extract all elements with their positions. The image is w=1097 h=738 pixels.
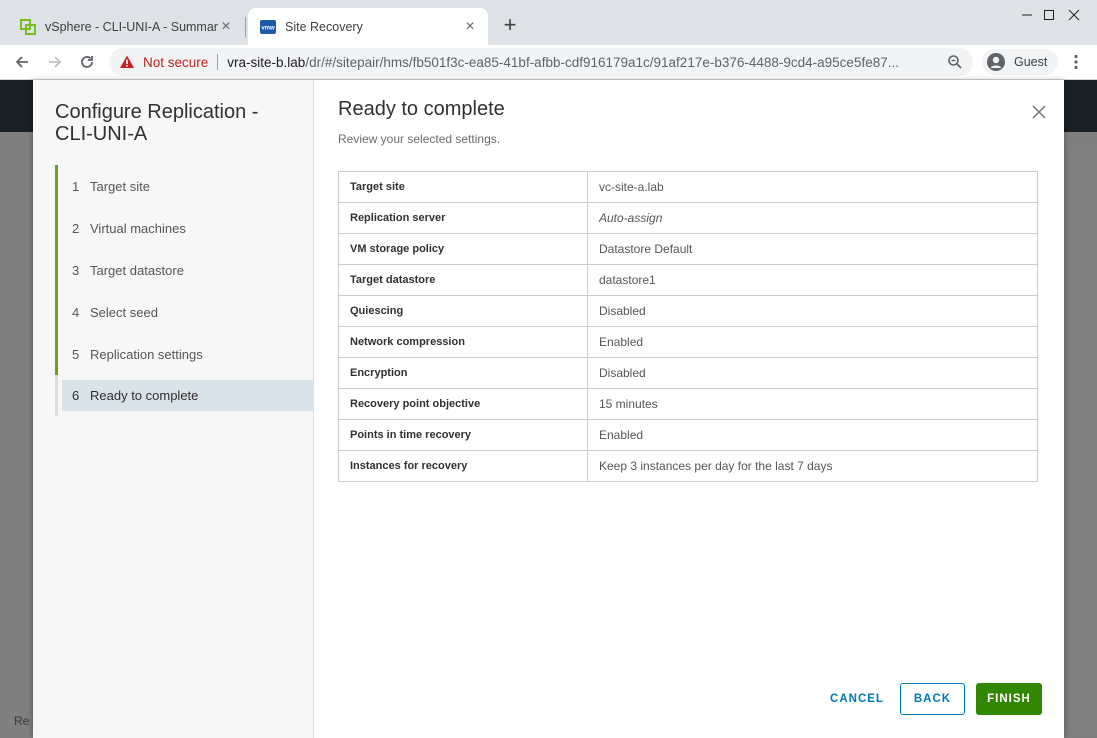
- vmw-icon-text: vmw: [261, 25, 275, 31]
- forward-arrow-icon[interactable]: [41, 48, 69, 76]
- step-number: 3: [72, 262, 80, 278]
- page-subtitle: Review your selected settings.: [338, 132, 501, 146]
- security-status[interactable]: Not secure: [143, 55, 208, 70]
- table-row: Target site vc-site-a.lab: [338, 171, 1038, 203]
- step-complete-bar: [55, 249, 58, 291]
- background-footer-text: Re: [14, 714, 30, 728]
- table-row: Network compression Enabled: [338, 326, 1038, 358]
- step-complete-bar: [55, 291, 58, 333]
- setting-value: Enabled: [587, 326, 1038, 358]
- step-complete-bar: [55, 207, 58, 249]
- table-row: Encryption Disabled: [338, 357, 1038, 389]
- setting-key: Recovery point objective: [338, 388, 588, 420]
- setting-key: Target datastore: [338, 264, 588, 296]
- step-label: Replication settings: [90, 346, 203, 362]
- zoom-icon[interactable]: [943, 50, 967, 74]
- vsphere-icon: [20, 18, 36, 35]
- back-arrow-icon[interactable]: [8, 48, 36, 76]
- table-row: Replication server Auto-assign: [338, 202, 1038, 234]
- reload-icon[interactable]: [73, 48, 101, 76]
- tab-close-icon[interactable]: ×: [218, 18, 234, 35]
- setting-value: Keep 3 instances per day for the last 7 …: [587, 450, 1038, 482]
- profile-label: Guest: [1014, 55, 1048, 69]
- step-number: 1: [72, 178, 80, 194]
- setting-key: VM storage policy: [338, 233, 588, 265]
- browser-tab-vsphere[interactable]: vSphere - CLI-UNI-A - Summary ×: [8, 8, 244, 45]
- profile-button[interactable]: Guest: [982, 49, 1058, 75]
- page-title: Ready to complete: [338, 98, 505, 120]
- table-row: Target datastore datastore1: [338, 264, 1038, 296]
- setting-value: Disabled: [587, 357, 1038, 389]
- step-label: Ready to complete: [90, 388, 199, 403]
- table-row: VM storage policy Datastore Default: [338, 233, 1038, 265]
- setting-key: Instances for recovery: [338, 450, 588, 482]
- wizard-step-target-site[interactable]: 1 Target site: [55, 165, 313, 207]
- wizard-step-target-datastore[interactable]: 3 Target datastore: [55, 249, 313, 291]
- setting-value: Auto-assign: [587, 202, 1038, 234]
- url-host: vra-site-b.lab: [227, 54, 306, 70]
- setting-value: datastore1: [587, 264, 1038, 296]
- table-row: Quiescing Disabled: [338, 295, 1038, 327]
- warning-icon[interactable]: [119, 54, 135, 70]
- tab-close-icon[interactable]: ×: [462, 18, 478, 35]
- browser-toolbar: Not secure vra-site-b.lab/dr/#/sitepair/…: [0, 45, 1097, 80]
- cancel-button[interactable]: CANCEL: [822, 683, 892, 715]
- step-label: Target datastore: [90, 262, 184, 278]
- setting-key: Points in time recovery: [338, 419, 588, 451]
- wizard-title: Configure Replication - CLI-UNI-A: [55, 101, 259, 145]
- wizard-steps: 1 Target site 2 Virtual machines 3 Target d…: [55, 165, 313, 416]
- wizard-step-replication-settings[interactable]: 5 Replication settings: [55, 333, 313, 375]
- setting-key: Replication server: [338, 202, 588, 234]
- background-app-panel: [1064, 146, 1097, 736]
- wizard-step-virtual-machines[interactable]: 2 Virtual machines: [55, 207, 313, 249]
- browser-tab-title: vSphere - CLI-UNI-A - Summary: [45, 19, 218, 34]
- step-label: Select seed: [90, 304, 158, 320]
- setting-value: Enabled: [587, 419, 1038, 451]
- browser-tabstrip: vSphere - CLI-UNI-A - Summary × vmw Site…: [0, 0, 1097, 45]
- finish-button[interactable]: FINISH: [976, 683, 1042, 715]
- setting-value: vc-site-a.lab: [587, 171, 1038, 203]
- url-path: /dr/#/sitepair/hms/fb501f3c-ea85-41bf-af…: [305, 54, 899, 70]
- more-menu-icon[interactable]: [1064, 49, 1088, 75]
- vmw-icon: vmw: [260, 19, 276, 35]
- new-tab-button[interactable]: +: [498, 14, 522, 38]
- step-complete-bar: [55, 333, 58, 375]
- setting-key: Network compression: [338, 326, 588, 358]
- step-number: 6: [72, 388, 80, 403]
- configure-replication-dialog: Configure Replication - CLI-UNI-A 1 Targe…: [33, 80, 1064, 738]
- step-current-bar: [55, 375, 58, 416]
- step-complete-bar: [55, 165, 58, 207]
- settings-summary-table: Target site vc-site-a.lab Replication ser…: [338, 171, 1038, 482]
- table-row: Points in time recovery Enabled: [338, 419, 1038, 451]
- browser-tab-site-recovery[interactable]: vmw Site Recovery ×: [248, 8, 488, 45]
- wizard-step-select-seed[interactable]: 4 Select seed: [55, 291, 313, 333]
- url-text[interactable]: vra-site-b.lab/dr/#/sitepair/hms/fb501f3…: [227, 55, 937, 70]
- window-close-icon[interactable]: [1051, 0, 1097, 30]
- table-row: Recovery point objective 15 minutes: [338, 388, 1038, 420]
- address-bar[interactable]: Not secure vra-site-b.lab/dr/#/sitepair/…: [109, 48, 973, 76]
- tab-separator: [245, 17, 246, 37]
- setting-value: Datastore Default: [587, 233, 1038, 265]
- step-label: Target site: [90, 178, 150, 194]
- wizard-step-ready-to-complete[interactable]: 6 Ready to complete: [55, 375, 313, 416]
- setting-key: Target site: [338, 171, 588, 203]
- avatar-icon: [986, 52, 1006, 72]
- table-row: Instances for recovery Keep 3 instances p…: [338, 450, 1038, 482]
- back-button[interactable]: BACK: [900, 683, 965, 715]
- browser-tab-title: Site Recovery: [285, 19, 363, 34]
- setting-value: 15 minutes: [587, 388, 1038, 420]
- step-label: Virtual machines: [90, 220, 186, 236]
- omnibox-divider: [217, 54, 219, 70]
- close-icon[interactable]: [1029, 102, 1049, 122]
- setting-key: Encryption: [338, 357, 588, 389]
- wizard-nav: Configure Replication - CLI-UNI-A 1 Targe…: [33, 80, 314, 738]
- step-number: 5: [72, 346, 80, 362]
- step-number: 2: [72, 220, 80, 236]
- step-number: 4: [72, 304, 80, 320]
- setting-key: Quiescing: [338, 295, 588, 327]
- setting-value: Disabled: [587, 295, 1038, 327]
